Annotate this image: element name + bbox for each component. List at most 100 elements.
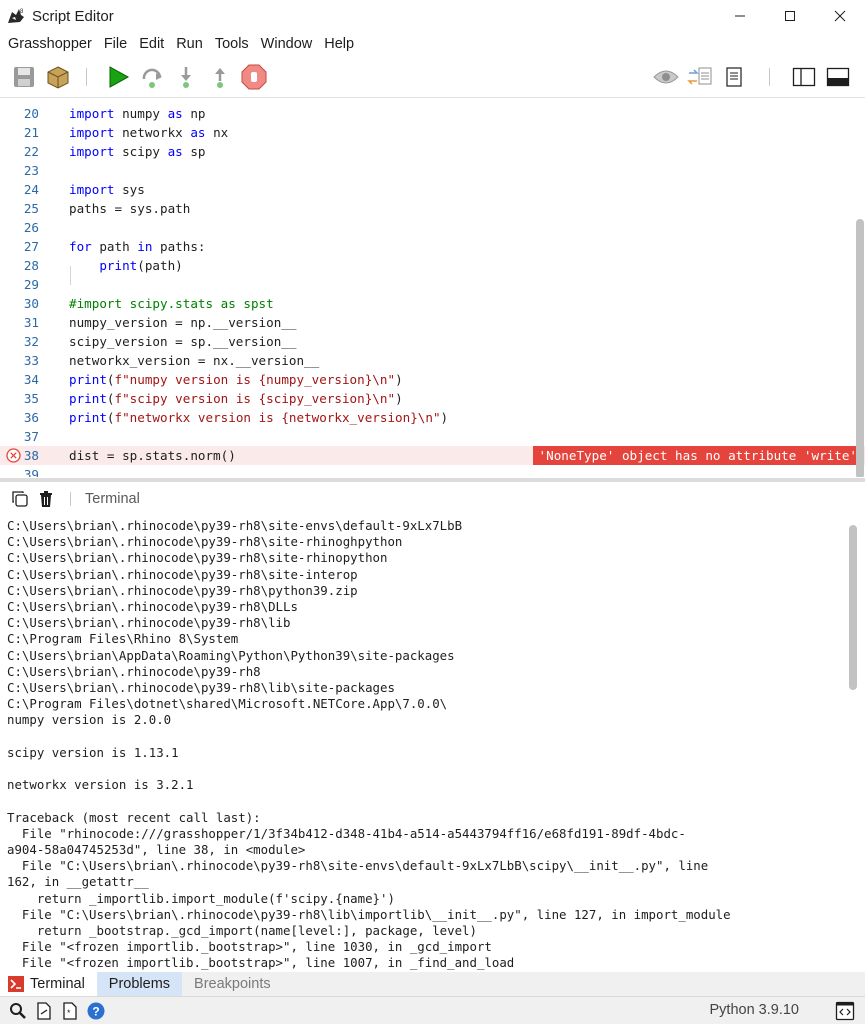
- code-line[interactable]: 38 dist = sp.stats.norm() 'NoneType' objec…: [0, 446, 865, 465]
- line-number: 27: [23, 239, 39, 254]
- terminal-line: scipy version is 1.13.1: [7, 744, 179, 760]
- terminal-line: File "<frozen importlib._bootstrap>", li…: [7, 955, 515, 971]
- menu-help[interactable]: Help: [318, 32, 360, 56]
- close-icon: [834, 10, 846, 22]
- notes-button[interactable]: [720, 63, 748, 91]
- minimize-button[interactable]: [715, 0, 765, 32]
- line-number: 23: [23, 163, 39, 178]
- code-line[interactable]: 32 scipy_version = sp.__version__: [0, 332, 865, 351]
- step-out-icon: [215, 68, 225, 88]
- stop-button[interactable]: [240, 63, 268, 91]
- terminal-line: C:\Users\brian\AppData\Roaming\Python\Py…: [7, 647, 455, 663]
- code-text: import networkx as nx: [69, 125, 229, 140]
- clear-button[interactable]: [36, 489, 56, 509]
- line-number: 25: [23, 201, 39, 216]
- step-over-button[interactable]: [138, 63, 166, 91]
- terminal-scrollbar[interactable]: [849, 525, 857, 690]
- code-text: dist = sp.stats.norm(): [69, 448, 236, 463]
- compare-icon: [687, 67, 712, 85]
- code-line[interactable]: 24 import sys: [0, 180, 865, 199]
- code-line[interactable]: 27 for path in paths:: [0, 237, 865, 256]
- terminal-line: File "C:\Users\brian\.rhinocode\py39-rh8…: [7, 858, 709, 874]
- search-button[interactable]: [8, 1001, 28, 1021]
- code-line[interactable]: 28 print(path): [0, 256, 865, 275]
- terminal-header: Terminal: [0, 482, 865, 516]
- line-number: 22: [23, 144, 39, 159]
- rhino-icon: 8: [8, 9, 24, 23]
- terminal-line: 162, in __getattr__: [7, 874, 149, 890]
- menu-grasshopper[interactable]: Grasshopper: [2, 32, 98, 56]
- compare-button[interactable]: [686, 63, 714, 91]
- menu-edit[interactable]: Edit: [133, 32, 170, 56]
- code-line[interactable]: 33 networkx_version = nx.__version__: [0, 351, 865, 370]
- code-line[interactable]: 31 numpy_version = np.__version__: [0, 313, 865, 332]
- new-document-button[interactable]: *: [60, 1001, 80, 1021]
- step-out-button[interactable]: [206, 63, 234, 91]
- minimize-icon: [735, 15, 745, 17]
- code-line[interactable]: 34 print(f"numpy version is {numpy_versio…: [0, 370, 865, 389]
- maximize-button[interactable]: [765, 0, 815, 32]
- terminal-line: networkx version is 3.2.1: [7, 777, 194, 793]
- code-line[interactable]: 25 paths = sys.path: [0, 199, 865, 218]
- tab-terminal-label: Terminal: [30, 976, 85, 992]
- line-number: 36: [23, 410, 39, 425]
- terminal-title: Terminal: [85, 491, 140, 507]
- code-line[interactable]: 26: [0, 218, 865, 237]
- document-button[interactable]: [34, 1001, 54, 1021]
- error-icon: [6, 448, 21, 463]
- code-line[interactable]: 30 #import scipy.stats as spst: [0, 294, 865, 313]
- menu-tools[interactable]: Tools: [209, 32, 255, 56]
- save-icon: [14, 67, 34, 87]
- menu-file[interactable]: File: [98, 32, 133, 56]
- code-editor[interactable]: 20 import numpy as np 21 import networkx as…: [0, 99, 865, 477]
- code-line[interactable]: 36 print(f"networkx version is {networkx_…: [0, 408, 865, 427]
- help-icon: ?: [87, 1002, 105, 1019]
- terminal-line: C:\Users\brian\.rhinocode\py39-rh8\lib\s…: [7, 680, 395, 695]
- terminal-line: C:\Users\brian\.rhinocode\py39-rh8\site-…: [7, 518, 463, 533]
- line-number: 33: [23, 353, 39, 368]
- help-button[interactable]: ?: [86, 1001, 106, 1021]
- save-button[interactable]: [10, 63, 38, 91]
- terminal-icon: [8, 976, 24, 992]
- copy-button[interactable]: [10, 489, 30, 509]
- code-line[interactable]: 37: [0, 427, 865, 446]
- run-icon: [109, 66, 130, 88]
- code-line[interactable]: 22 import scipy as sp: [0, 142, 865, 161]
- line-number: 31: [23, 315, 39, 330]
- terminal-line: a904-58a04745253d", line 38, in <module>: [7, 842, 306, 857]
- editor-scrollbar[interactable]: [856, 219, 864, 477]
- code-line[interactable]: 21 import networkx as nx: [0, 123, 865, 142]
- terminal-line: C:\Users\brian\.rhinocode\py39-rh8\pytho…: [7, 582, 358, 598]
- line-number: 20: [23, 106, 39, 121]
- menu-bar: Grasshopper File Edit Run Tools Window H…: [0, 32, 865, 56]
- code-line[interactable]: 20 import numpy as np: [0, 104, 865, 123]
- code-line[interactable]: 39: [0, 465, 865, 477]
- tab-breakpoints[interactable]: Breakpoints: [182, 972, 283, 996]
- tab-problems[interactable]: Problems: [96, 972, 183, 996]
- python-version[interactable]: Python 3.9.10: [710, 1002, 800, 1018]
- terminal-line: C:\Users\brian\.rhinocode\py39-rh8\lib: [7, 615, 291, 631]
- code-text: import sys: [69, 182, 145, 197]
- menu-window[interactable]: Window: [255, 32, 319, 56]
- panel-left-button[interactable]: [790, 63, 818, 91]
- bottom-tabs: Terminal Problems Breakpoints: [0, 972, 865, 996]
- close-button[interactable]: [815, 0, 865, 32]
- code-line[interactable]: 35 print(f"scipy version is {scipy_versio…: [0, 389, 865, 408]
- run-button[interactable]: [104, 63, 132, 91]
- line-number: 32: [23, 334, 39, 349]
- code-line[interactable]: 23: [0, 161, 865, 180]
- watch-button[interactable]: [652, 63, 680, 91]
- code-line[interactable]: 29: [0, 275, 865, 294]
- panel-bottom-button[interactable]: [824, 63, 852, 91]
- tab-terminal[interactable]: Terminal: [0, 972, 97, 996]
- code-icon[interactable]: [835, 1001, 855, 1021]
- package-button[interactable]: [44, 63, 72, 91]
- svg-text:?: ?: [92, 1004, 99, 1018]
- terminal-output[interactable]: C:\Users\brian\.rhinocode\py39-rh8\site-…: [0, 516, 850, 972]
- panel-left-icon: [792, 67, 816, 87]
- code-text: print(f"numpy version is {numpy_version}…: [69, 372, 403, 387]
- code-text: #import scipy.stats as spst: [69, 296, 274, 311]
- menu-run[interactable]: Run: [170, 32, 209, 56]
- step-into-button[interactable]: [172, 63, 200, 91]
- toolbar: [0, 56, 865, 98]
